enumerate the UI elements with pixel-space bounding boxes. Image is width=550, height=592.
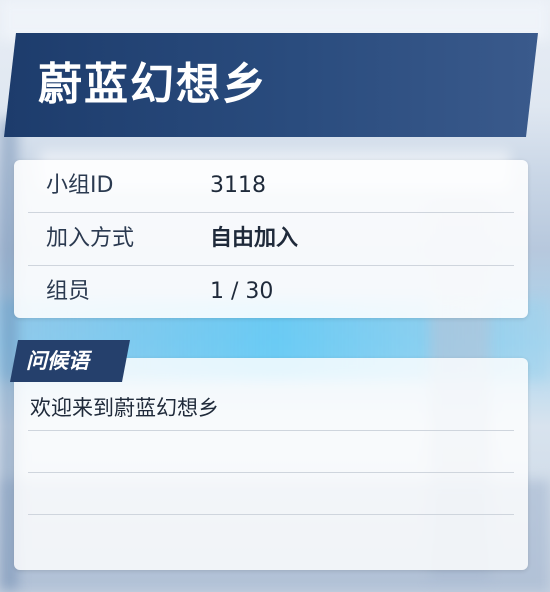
greeting-tag: 问候语	[10, 340, 130, 382]
info-label: 组员	[46, 279, 91, 304]
info-row-group-id: 小组ID 3118	[28, 160, 514, 213]
greeting-divider	[28, 514, 514, 515]
greeting-message: 欢迎来到蔚蓝幻想乡	[30, 396, 219, 420]
info-label: 小组ID	[46, 173, 114, 198]
greeting-divider	[28, 430, 514, 431]
group-info-card: 小组ID 3118 加入方式 自由加入 组员 1 / 30	[14, 160, 528, 318]
greeting-divider	[28, 472, 514, 473]
group-id-value: 3118	[210, 173, 266, 198]
group-title-banner: 蔚蓝幻想乡	[4, 33, 538, 137]
info-row-members: 组员 1 / 30	[28, 266, 514, 318]
greeting-card: 欢迎来到蔚蓝幻想乡	[14, 358, 528, 570]
info-label: 加入方式	[46, 226, 135, 251]
join-method-value: 自由加入	[210, 226, 299, 251]
info-row-join-method: 加入方式 自由加入	[28, 213, 514, 266]
members-value: 1 / 30	[210, 279, 274, 304]
group-title: 蔚蓝幻想乡	[38, 59, 268, 110]
greeting-tag-label: 问候语	[26, 349, 89, 373]
